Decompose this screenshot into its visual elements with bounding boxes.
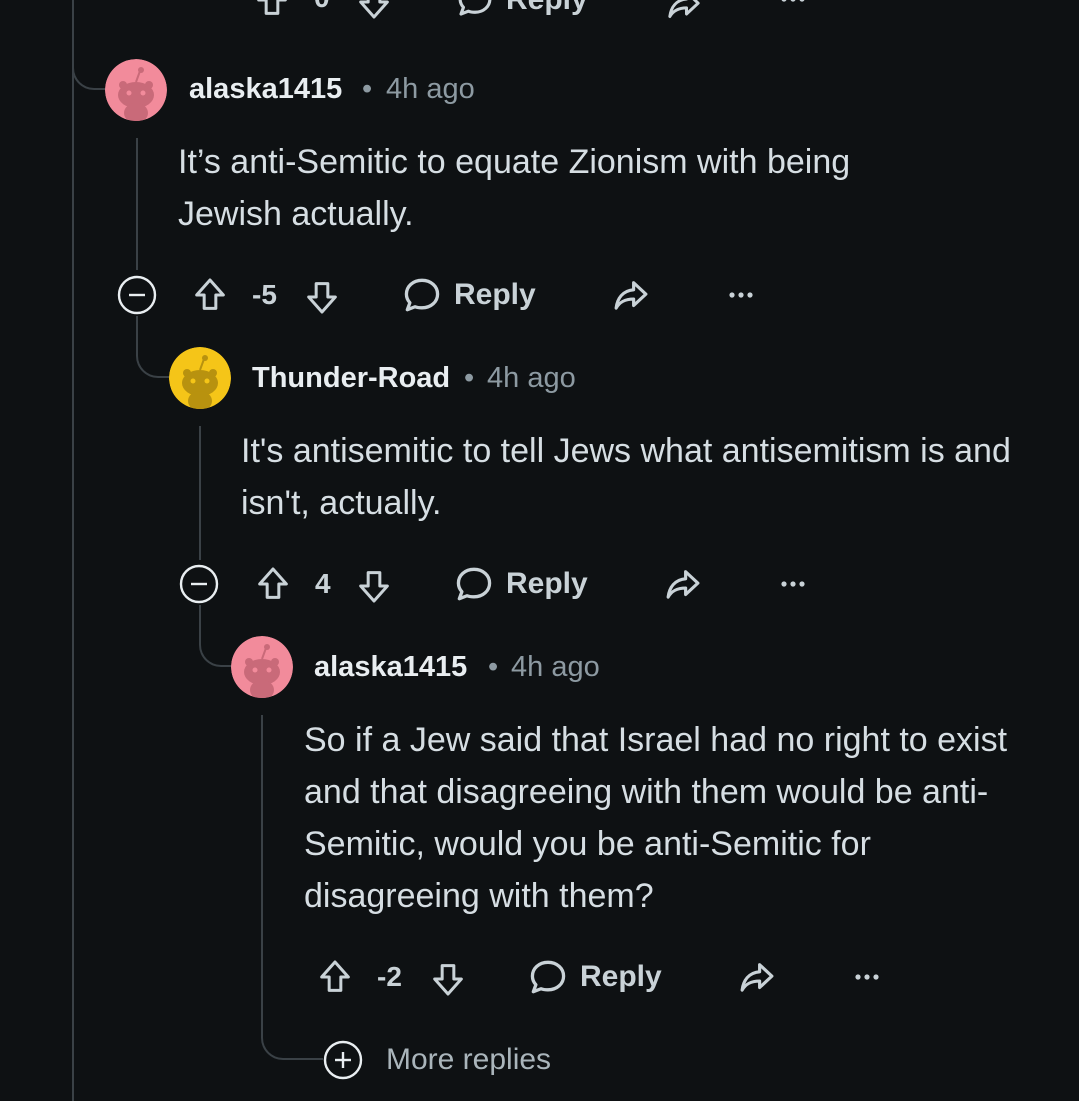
thread-line[interactable]	[136, 138, 138, 270]
upvote-button[interactable]	[315, 956, 355, 998]
collapse-button[interactable]	[116, 274, 158, 321]
collapse-icon	[179, 564, 219, 604]
reply-button[interactable]: Reply	[452, 562, 588, 606]
username[interactable]: alaska1415	[189, 73, 342, 106]
thread-connector	[261, 1000, 323, 1060]
share-button[interactable]	[610, 275, 652, 315]
thread-connector	[199, 605, 235, 667]
avatar[interactable]	[169, 347, 231, 409]
ellipsis-icon	[778, 0, 808, 14]
upvote-button[interactable]	[253, 563, 293, 605]
share-icon	[610, 274, 652, 316]
downvote-button[interactable]	[354, 565, 394, 607]
ellipsis-icon	[725, 280, 757, 310]
downvote-button[interactable]	[302, 276, 342, 318]
snoo-avatar-icon	[169, 347, 231, 409]
thread-connector	[72, 40, 108, 90]
reply-label: Reply	[580, 960, 662, 993]
plus-circle-icon	[323, 1040, 363, 1080]
upvote-icon	[252, 0, 292, 20]
downvote-icon	[354, 0, 394, 22]
ellipsis-icon	[777, 569, 809, 599]
collapse-button[interactable]	[178, 563, 220, 610]
downvote-button[interactable]	[428, 958, 468, 1000]
comment-body: It’s anti-Semitic to equate Zionism with…	[178, 143, 851, 233]
snoo-avatar-icon	[231, 636, 293, 698]
more-options-button[interactable]	[851, 962, 883, 992]
ellipsis-icon	[851, 962, 883, 992]
timestamp[interactable]: 4h ago	[386, 73, 475, 106]
username[interactable]: Thunder-Road	[252, 362, 450, 395]
downvote-button[interactable]	[354, 0, 394, 22]
thread-line[interactable]	[261, 715, 263, 1005]
downvote-icon	[302, 277, 342, 317]
comment-thread: 0 Reply alaska1415	[0, 0, 1079, 1101]
share-icon	[736, 956, 778, 998]
thread-line[interactable]	[199, 426, 201, 560]
timestamp[interactable]: 4h ago	[511, 651, 600, 684]
more-options-button[interactable]	[725, 280, 757, 310]
share-icon	[662, 563, 704, 605]
upvote-icon	[315, 957, 355, 997]
share-button[interactable]	[664, 0, 704, 24]
reply-label: Reply	[506, 567, 588, 600]
avatar[interactable]	[231, 636, 293, 698]
timestamp[interactable]: 4h ago	[487, 362, 576, 395]
downvote-icon	[354, 566, 394, 606]
comment-body: So if a Jew said that Israel had no righ…	[304, 721, 1008, 915]
vote-score: 4	[315, 568, 331, 599]
reply-button[interactable]: Reply	[526, 955, 662, 999]
downvote-icon	[428, 959, 468, 999]
share-button[interactable]	[662, 564, 704, 604]
upvote-icon	[190, 275, 230, 315]
thread-connector	[136, 316, 172, 378]
meta-separator: •	[488, 651, 499, 683]
avatar[interactable]	[105, 59, 167, 121]
reply-button[interactable]: Reply	[454, 0, 588, 22]
thread-line-root[interactable]	[72, 0, 74, 1101]
expand-button[interactable]	[322, 1039, 364, 1086]
reply-label: Reply	[506, 0, 588, 17]
snoo-avatar-icon	[105, 59, 167, 121]
vote-score: -2	[377, 961, 402, 992]
more-options-button[interactable]	[778, 0, 808, 14]
more-options-button[interactable]	[777, 569, 809, 599]
more-replies-link[interactable]: More replies	[386, 1043, 551, 1077]
speech-bubble-icon	[400, 273, 444, 317]
speech-bubble-icon	[452, 562, 496, 606]
upvote-icon	[253, 564, 293, 604]
reply-label: Reply	[454, 278, 536, 311]
username[interactable]: alaska1415	[314, 651, 467, 684]
meta-separator: •	[362, 73, 373, 105]
comment-body: It's antisemitic to tell Jews what antis…	[241, 432, 1011, 522]
share-icon	[664, 0, 704, 24]
speech-bubble-icon	[454, 0, 496, 21]
upvote-button[interactable]	[190, 274, 230, 316]
upvote-button[interactable]	[252, 0, 292, 20]
speech-bubble-icon	[526, 955, 570, 999]
vote-score: 0	[314, 0, 330, 14]
reply-button[interactable]: Reply	[400, 273, 536, 317]
share-button[interactable]	[736, 957, 778, 997]
meta-separator: •	[464, 362, 475, 394]
collapse-icon	[117, 275, 157, 315]
vote-score: -5	[252, 279, 277, 310]
